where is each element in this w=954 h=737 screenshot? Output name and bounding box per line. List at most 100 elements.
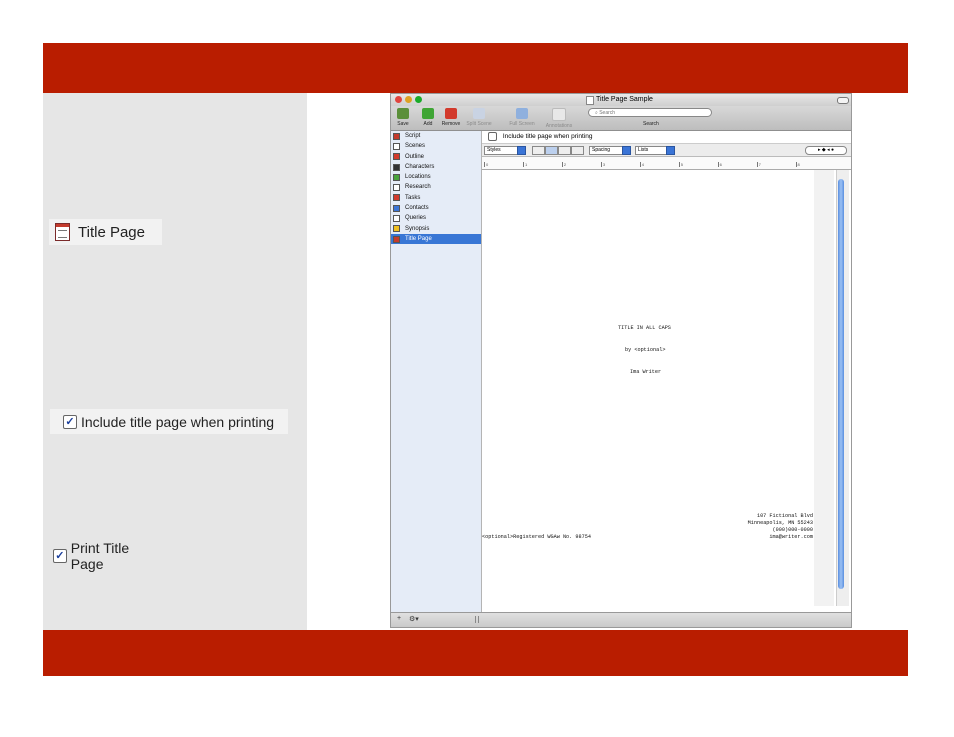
toolbar: Save Add Remove Split Scene Full Screen … — [391, 106, 851, 131]
include-title-page-callout-label: Include title page when printing — [81, 413, 275, 430]
script-icon — [393, 132, 400, 140]
search-input[interactable]: ⌕ Search — [588, 108, 712, 117]
add-item-button[interactable]: + — [397, 615, 401, 622]
annotations-button[interactable]: Annotations — [541, 108, 577, 129]
lists-dropdown-arrow[interactable] — [666, 146, 675, 155]
include-title-page-checkbox[interactable] — [488, 131, 497, 141]
minimize-window-button[interactable] — [405, 96, 412, 103]
ruler-tick-label: 5 — [678, 162, 683, 167]
full-screen-icon — [516, 108, 528, 119]
locations-icon — [393, 173, 400, 181]
zoom-window-button[interactable] — [415, 96, 422, 103]
sidebar-resize-handle[interactable] — [475, 616, 479, 623]
gear-menu-button[interactable]: ⚙▾ — [409, 615, 419, 623]
save-label: Save — [397, 121, 409, 127]
remove-button[interactable]: Remove — [439, 108, 463, 127]
title-page-document[interactable]: TITLE IN ALL CAPS by <optional> Ima Writ… — [482, 170, 813, 606]
toolbar-toggle-button[interactable] — [837, 97, 849, 104]
sidebar-item-tasks[interactable]: Tasks — [391, 193, 481, 203]
bottom-banner — [43, 630, 908, 676]
print-title-page-callout-label: Print Title Page — [70, 540, 130, 572]
ruler-tick-label: 1 — [522, 162, 528, 167]
sidebar-item-contacts[interactable]: Contacts — [391, 203, 481, 213]
ruler-tick-label: 0 — [484, 162, 489, 167]
window-titlebar: Title Page Sample — [391, 94, 851, 106]
address-line-1: 107 Fictional Blvd — [756, 513, 813, 519]
sidebar-item-queries[interactable]: Queries — [391, 213, 481, 223]
checkbox-checked-icon[interactable]: ✓ — [53, 549, 67, 563]
page-margin — [814, 170, 834, 606]
sidebar-item-scenes[interactable]: Scenes — [391, 141, 481, 151]
sidebar-item-label: Contacts — [405, 205, 429, 212]
sidebar-item-label: Script — [405, 133, 421, 139]
split-scene-button[interactable]: Split Scene — [464, 108, 494, 127]
search-placeholder: Search — [599, 110, 616, 116]
spacing-popup[interactable]: Spacing — [589, 146, 623, 155]
checkbox-checked-icon[interactable]: ✓ — [63, 414, 77, 429]
include-title-page-row: Include title page when printing — [482, 131, 851, 144]
tab-markers[interactable]: ▸ ◆ ◂ ● — [805, 146, 847, 155]
sidebar-item-label: Locations — [405, 174, 431, 181]
top-banner — [43, 43, 908, 93]
styles-popup[interactable]: Styles — [484, 146, 518, 155]
tasks-icon — [393, 194, 400, 202]
split-scene-icon — [473, 108, 485, 119]
scenes-icon — [393, 142, 400, 150]
address-line-2: Minneapolis, MN 55243 — [747, 520, 813, 526]
sidebar-item-label: Scenes — [405, 143, 426, 150]
lists-popup[interactable]: Lists — [635, 146, 667, 155]
bottom-bar: + ⚙▾ — [391, 612, 851, 627]
editor-area: Include title page when printing Styles … — [482, 131, 851, 612]
phone-number: (000)000-0000 — [772, 527, 813, 533]
split-scene-label: Split Scene — [466, 121, 492, 127]
sidebar-item-title-page[interactable]: Title Page — [391, 233, 481, 245]
sidebar-item-label: Title Page — [405, 235, 432, 242]
app-window: Title Page Sample Save Add Remove Split … — [390, 93, 852, 628]
scrollbar-thumb[interactable] — [838, 179, 844, 589]
ruler[interactable]: 0 1 2 3 4 5 6 7 8 — [482, 157, 851, 170]
sidebar-item-label: Research — [405, 184, 431, 191]
sidebar: Script Scenes Outline Characters Locations Re… — [391, 131, 482, 612]
remove-icon — [445, 108, 457, 119]
remove-label: Remove — [441, 121, 461, 127]
styles-dropdown-arrow[interactable] — [517, 146, 526, 155]
email-address: ima@writer.com — [769, 534, 813, 540]
add-button[interactable]: Add — [416, 108, 440, 127]
align-justify-button[interactable] — [558, 146, 571, 155]
title-page-callout: Title Page — [49, 219, 162, 245]
script-title: TITLE IN ALL CAPS — [618, 325, 671, 331]
registration-line: <optional>Registered WGAw No. 98754 — [482, 534, 591, 540]
queries-icon — [393, 215, 400, 223]
save-icon — [397, 108, 409, 119]
close-window-button[interactable] — [395, 96, 402, 103]
sidebar-item-outline[interactable]: Outline — [391, 152, 481, 162]
full-screen-label: Full Screen — [509, 121, 535, 127]
align-right-button[interactable] — [571, 146, 584, 155]
title-page-callout-label: Title Page — [78, 223, 145, 241]
annotations-label: Annotations — [545, 123, 573, 129]
research-icon — [393, 184, 400, 192]
add-icon — [422, 108, 434, 119]
ruler-tick-label: 8 — [795, 162, 800, 167]
sidebar-item-label: Tasks — [405, 194, 421, 201]
align-left-button[interactable] — [532, 146, 545, 155]
full-screen-button[interactable]: Full Screen — [507, 108, 537, 127]
ruler-tick-label: 7 — [756, 162, 761, 167]
save-button[interactable]: Save — [391, 108, 415, 127]
author-name: Ima Writer — [630, 369, 662, 375]
title-page-icon — [55, 223, 70, 241]
sidebar-item-characters[interactable]: Characters — [391, 162, 481, 172]
print-title-page-callout: ✓ Print Title Page — [50, 540, 164, 572]
outline-icon — [393, 153, 400, 161]
sidebar-item-script[interactable]: Script — [391, 131, 481, 141]
align-center-button[interactable] — [545, 146, 558, 155]
add-label: Add — [423, 121, 433, 127]
ruler-tick-label: 2 — [561, 162, 567, 167]
annotations-icon — [552, 108, 566, 121]
sidebar-item-synopsis[interactable]: Synopsis — [391, 224, 481, 234]
ruler-tick-label: 6 — [717, 162, 722, 167]
sidebar-item-label: Outline — [405, 153, 425, 160]
sidebar-item-research[interactable]: Research — [391, 182, 481, 192]
sidebar-item-locations[interactable]: Locations — [391, 172, 481, 182]
spacing-dropdown-arrow[interactable] — [622, 146, 631, 155]
